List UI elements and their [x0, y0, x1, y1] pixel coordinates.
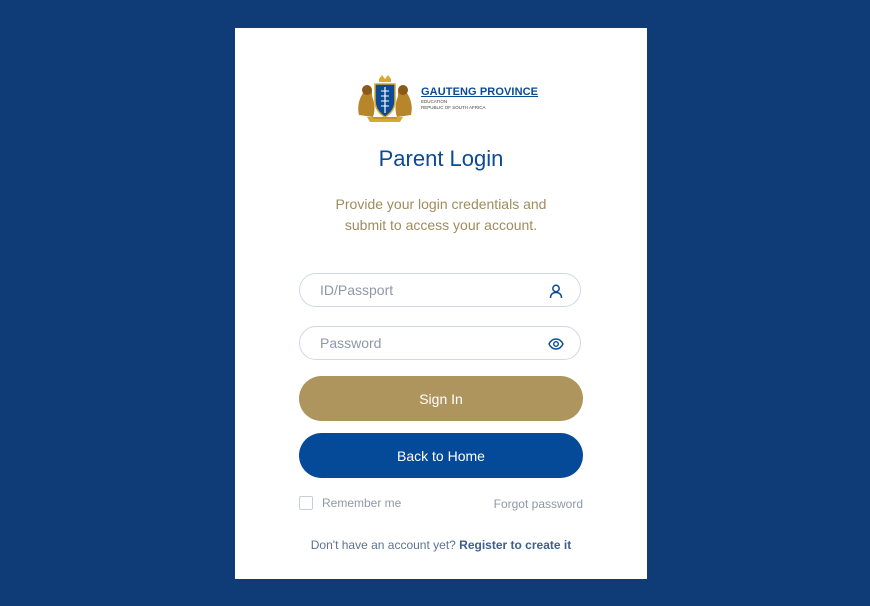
- back-to-home-button[interactable]: Back to Home: [299, 433, 583, 478]
- remember-me-label[interactable]: Remember me: [322, 496, 401, 510]
- login-card: GAUTENG PROVINCE EDUCATION REPUBLIC OF S…: [235, 28, 647, 579]
- register-prompt: Don't have an account yet? Register to c…: [235, 538, 647, 552]
- eye-icon[interactable]: [548, 336, 564, 352]
- password-field: [299, 326, 581, 360]
- register-link[interactable]: Register to create it: [459, 538, 571, 552]
- id-passport-input[interactable]: [320, 274, 540, 306]
- remember-me-checkbox[interactable]: [299, 496, 313, 510]
- logo-subtitle-country: REPUBLIC OF SOUTH AFRICA: [421, 104, 486, 110]
- logo-text: GAUTENG PROVINCE EDUCATION REPUBLIC OF S…: [421, 86, 538, 111]
- password-input[interactable]: [320, 327, 540, 359]
- gauteng-logo: GAUTENG PROVINCE EDUCATION REPUBLIC OF S…: [353, 73, 538, 123]
- login-instructions-line-2: submit to access your account.: [344, 217, 538, 233]
- remember-me[interactable]: Remember me: [299, 496, 401, 510]
- coat-of-arms-icon: [358, 75, 412, 122]
- page-title: Parent Login: [378, 146, 504, 171]
- login-instructions-line-1: Provide your login credentials and: [335, 196, 547, 212]
- user-icon: [549, 284, 563, 299]
- id-passport-field: [299, 273, 581, 307]
- register-prompt-text: Don't have an account yet?: [310, 538, 456, 552]
- forgot-password-link[interactable]: Forgot password: [494, 497, 583, 511]
- sign-in-button[interactable]: Sign In: [299, 376, 583, 421]
- login-instructions: Provide your login credentials and submi…: [291, 194, 591, 236]
- logo-title: GAUTENG PROVINCE: [421, 85, 539, 98]
